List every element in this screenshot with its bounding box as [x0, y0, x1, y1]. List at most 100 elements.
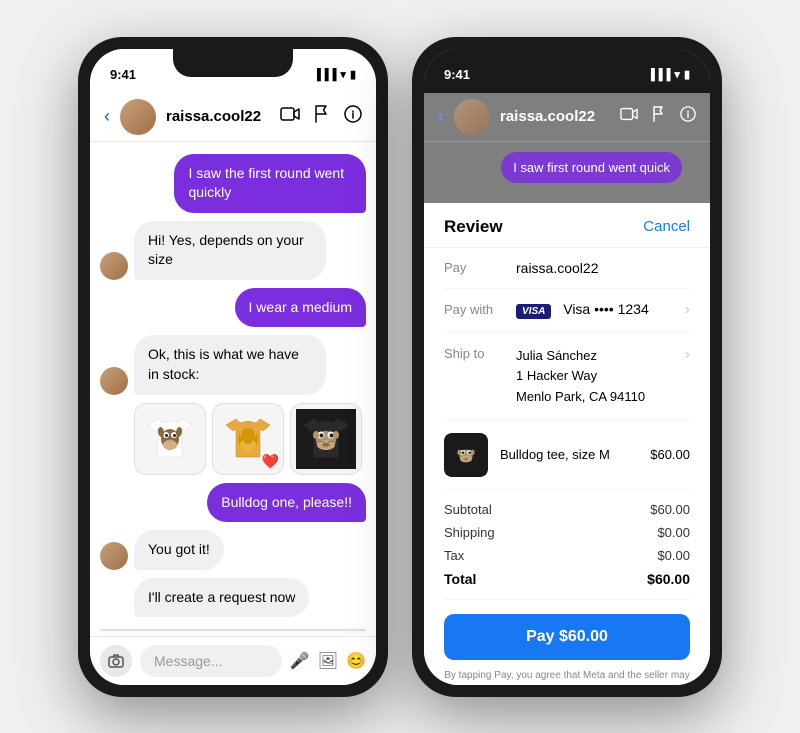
avatar-image-right [454, 99, 490, 135]
msg-sent-2: I wear a medium [100, 288, 366, 328]
msg-received-4: I'll create a request now [100, 578, 366, 618]
heart-badge: ❤️ [262, 453, 279, 470]
disclaimer-content: By tapping Pay, you agree that Meta and … [444, 670, 690, 685]
disclaimer-text: By tapping Pay, you agree that Meta and … [444, 668, 690, 685]
bubble-received-1: Hi! Yes, depends on your size [134, 221, 326, 280]
shipping-row: Shipping $0.00 [444, 521, 690, 544]
username-right[interactable]: raissa.cool22 [500, 108, 610, 125]
subtotal-value: $60.00 [650, 502, 690, 517]
product-price: $60.00 [650, 447, 690, 462]
info-icon-right[interactable] [680, 106, 696, 127]
battery-icon-right: ▮ [684, 68, 690, 81]
info-icon-left[interactable] [344, 105, 362, 128]
right-phone: 9:41 ▐▐▐ ▾ ▮ ‹ raissa.cool22 [412, 37, 722, 697]
product-row: Bulldog tee, size M $60.00 [444, 421, 690, 490]
time-left: 9:41 [110, 67, 136, 82]
time-right: 9:41 [444, 67, 470, 82]
avatar-image-left [120, 99, 156, 135]
camera-button[interactable] [100, 645, 132, 677]
bubble-received-3: You got it! [134, 530, 224, 570]
pay-row: Pay raissa.cool22 [444, 248, 690, 289]
pay-big-button[interactable]: Pay $60.00 [444, 614, 690, 660]
pay-recipient: raissa.cool22 [516, 260, 690, 276]
chat-area-left: I saw the first round went quickly Hi! Y… [90, 142, 376, 636]
tax-label: Tax [444, 548, 464, 563]
ship-to-row[interactable]: Ship to Julia Sánchez 1 Hacker Way Menlo… [444, 332, 690, 421]
mic-icon[interactable]: 🎤 [290, 651, 310, 671]
notch [173, 49, 293, 77]
wifi-icon: ▾ [340, 68, 346, 81]
shipping-label: Shipping [444, 525, 495, 540]
shipping-value: $0.00 [657, 525, 690, 540]
review-nav-icons [620, 106, 696, 127]
ship-to-chevron: › [685, 346, 690, 364]
msg-avatar-3 [100, 542, 128, 570]
pay-with-row[interactable]: Pay with VISA Visa •••• 1234 › [444, 289, 690, 332]
ship-to-label: Ship to [444, 346, 504, 361]
tshirt-collie [134, 403, 206, 475]
battery-icon: ▮ [350, 68, 356, 81]
signal-icon-right: ▐▐▐ [647, 69, 670, 81]
preview-bubble-container: I saw first round went quick [424, 142, 710, 203]
emoji-icon[interactable]: 😊 [346, 651, 366, 671]
bubble-sent-3: Bulldog one, please!! [207, 483, 366, 523]
nav-bar-left: ‹ raissa.cool22 [90, 93, 376, 142]
status-icons-right: ▐▐▐ ▾ ▮ [647, 68, 690, 81]
tshirt-row: ❤️ [100, 403, 366, 475]
avatar-left [120, 99, 156, 135]
msg-sent-1: I saw the first round went quickly [100, 154, 366, 213]
notch-right [507, 49, 627, 77]
flag-icon-left[interactable] [314, 105, 330, 128]
left-screen: 9:41 ▐▐▐ ▾ ▮ ‹ raissa.cool22 [90, 49, 376, 685]
video-icon-left[interactable] [280, 107, 300, 126]
msg-received-1: Hi! Yes, depends on your size [100, 221, 366, 280]
review-title: Review [444, 217, 503, 237]
photo-icon[interactable]: 🖼 [318, 651, 338, 671]
total-row: Total $60.00 [444, 567, 690, 591]
bubble-received-4: I'll create a request now [134, 578, 309, 618]
status-icons-left: ▐▐▐ ▾ ▮ [313, 68, 356, 81]
ship-name: Julia Sánchez [516, 346, 673, 367]
review-panel: Review Cancel Pay raissa.cool22 Pay with… [424, 203, 710, 685]
ship-to-address: Julia Sánchez 1 Hacker Way Menlo Park, C… [516, 346, 673, 408]
payment-card: 💰 Payment requested Total: $60 Bulldog t… [100, 629, 366, 631]
ship-address2: Menlo Park, CA 94110 [516, 387, 673, 408]
wifi-icon-right: ▾ [674, 68, 680, 81]
message-input-left[interactable]: Message... [140, 645, 282, 677]
subtotal-label: Subtotal [444, 502, 492, 517]
back-button-left[interactable]: ‹ [104, 106, 110, 127]
video-icon-right[interactable] [620, 107, 638, 126]
product-image [444, 433, 488, 477]
nav-icons-left [280, 105, 362, 128]
total-value: $60.00 [647, 571, 690, 587]
review-header: Review Cancel [424, 203, 710, 248]
msg-sent-3: Bulldog one, please!! [100, 483, 366, 523]
username-left[interactable]: raissa.cool22 [166, 108, 270, 125]
cancel-button[interactable]: Cancel [643, 218, 690, 235]
review-body: Pay raissa.cool22 Pay with VISA Visa •••… [424, 248, 710, 685]
bubble-received-2: Ok, this is what we have in stock: [134, 335, 326, 394]
payment-header: 💰 Payment requested Total: $60 Bulldog t… [101, 630, 365, 631]
msg-avatar-2 [100, 367, 128, 395]
pay-label: Pay [444, 260, 504, 275]
preview-bubble: I saw first round went quick [501, 152, 682, 183]
tax-row: Tax $0.00 [444, 544, 690, 567]
right-screen: 9:41 ▐▐▐ ▾ ▮ ‹ raissa.cool22 [424, 49, 710, 685]
review-nav-bar: ‹ raissa.cool22 [424, 93, 710, 142]
bubble-sent-1: I saw the first round went quickly [174, 154, 366, 213]
back-button-right[interactable]: ‹ [438, 106, 444, 127]
tax-value: $0.00 [657, 548, 690, 563]
bubble-sent-2: I wear a medium [235, 288, 366, 328]
flag-icon-right[interactable] [652, 106, 666, 127]
ship-address1: 1 Hacker Way [516, 366, 673, 387]
pay-with-value: VISA Visa •••• 1234 [516, 301, 673, 319]
visa-number: Visa •••• 1234 [563, 301, 649, 317]
bulldog-tshirt-image [296, 409, 356, 469]
msg-avatar-1 [100, 252, 128, 280]
msg-received-3: You got it! [100, 530, 366, 570]
pay-with-label: Pay with [444, 302, 504, 317]
pay-with-chevron: › [685, 301, 690, 319]
tshirt-golden: ❤️ [212, 403, 284, 475]
msg-received-2: Ok, this is what we have in stock: [100, 335, 366, 394]
tshirt-bulldog [290, 403, 362, 475]
